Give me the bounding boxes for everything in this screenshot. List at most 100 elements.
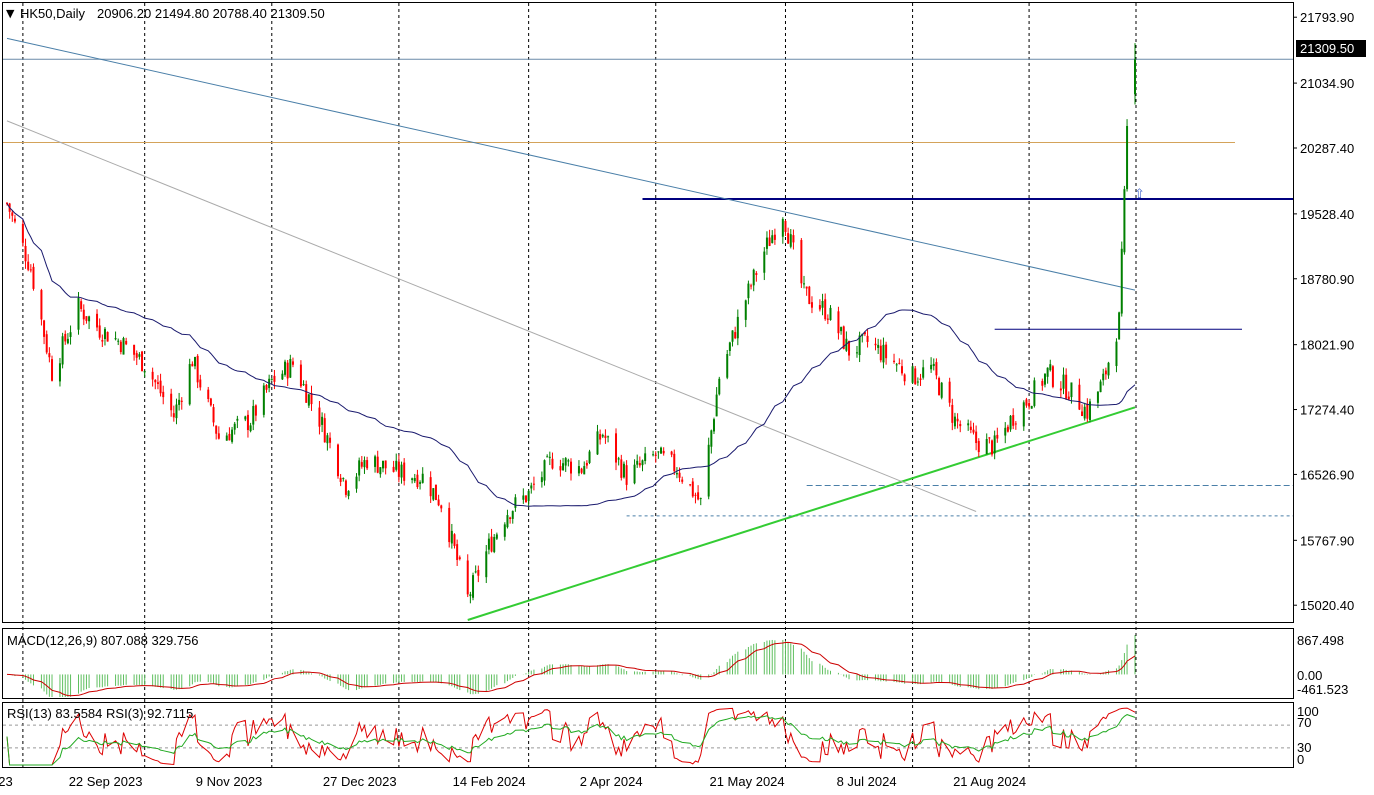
candle-body (106, 332, 109, 342)
candle-body (932, 363, 935, 367)
candle-body (392, 466, 395, 472)
candle-body (246, 414, 249, 431)
candle-body (604, 435, 607, 438)
price-tick-label: 21034.90 (1300, 76, 1354, 91)
candle-body (432, 488, 435, 500)
candle-body (985, 439, 988, 455)
candle-body (956, 418, 959, 422)
rsi-label: RSI(13) 83.5584 RSI(3) 92.7115 (7, 706, 193, 721)
candle-body (262, 385, 265, 415)
candle-body (678, 472, 681, 478)
candle-body (11, 212, 14, 216)
candle-body (1043, 373, 1046, 385)
candle-body (879, 345, 882, 361)
candle-body (784, 220, 787, 232)
candle-body (77, 297, 80, 330)
candle-body (1107, 362, 1110, 376)
candle-body (413, 478, 416, 482)
candle-body (307, 394, 310, 406)
candle-body (821, 300, 824, 308)
candle-body (919, 378, 922, 380)
candle-body (803, 283, 806, 285)
candle-body (567, 460, 570, 462)
candle-body (996, 434, 999, 439)
candle-body (400, 464, 403, 478)
candle-body (800, 240, 803, 284)
candle-body (882, 344, 885, 363)
candle-body (490, 536, 493, 552)
candle-body (1115, 341, 1118, 367)
candle-body (731, 330, 734, 342)
candle-body (143, 370, 146, 373)
candle-body (215, 425, 218, 434)
candle-body (1096, 391, 1099, 403)
candle-body (159, 380, 162, 394)
candle-body (448, 507, 451, 543)
time-tick-label: 14 Feb 2024 (453, 774, 526, 789)
candle-body (29, 269, 32, 271)
candle-body (601, 434, 604, 437)
candle-body (874, 343, 877, 346)
candle-body (938, 378, 941, 396)
candle-body (585, 462, 588, 466)
candle-body (747, 283, 750, 299)
macd-tick-high: 867.498 (1297, 633, 1344, 648)
candle-body (633, 464, 636, 484)
candle-body (1009, 415, 1012, 430)
candle-body (437, 499, 440, 506)
candle-body (840, 327, 843, 332)
candle-body (453, 534, 456, 546)
candle-body (421, 473, 424, 483)
candle-body (133, 344, 136, 355)
trading-chart[interactable]: ⇧ ▼ HK50,Daily 20906.20 21494.80 20788.4… (0, 0, 1374, 795)
candle-body (1118, 312, 1121, 340)
candle-body (64, 333, 67, 342)
candle-body (284, 361, 287, 375)
candle-body (458, 557, 461, 560)
candle-body (51, 359, 54, 381)
candle-body (80, 301, 83, 309)
candle-body (329, 437, 332, 443)
candle-body (1004, 427, 1007, 436)
candle-body (117, 340, 120, 342)
candle-body (27, 261, 30, 270)
reference-lines (3, 37, 1293, 621)
candle-body (125, 340, 128, 345)
candle-body (82, 309, 85, 320)
candle-body (469, 594, 472, 597)
candle-body (254, 405, 257, 416)
candle-body (135, 353, 138, 358)
candle-body (281, 373, 284, 380)
candle-body (691, 481, 694, 497)
candle-body (673, 453, 676, 472)
candle-body (1086, 403, 1089, 419)
candle-body (548, 456, 551, 458)
candle-body (487, 538, 490, 550)
candle-body (1070, 382, 1073, 398)
candle-body (493, 536, 496, 552)
menu-triangle-icon[interactable]: ▼ (6, 7, 15, 20)
candle-body (199, 379, 202, 388)
candle-body (1041, 380, 1044, 386)
candle-body (837, 311, 840, 334)
candle-body (450, 530, 453, 544)
candle-body (114, 338, 117, 340)
candle-body (397, 461, 400, 477)
candle-body (893, 360, 896, 362)
candle-body (302, 384, 305, 386)
time-tick-label: 2 Apr 2024 (580, 774, 643, 789)
candle-body (228, 433, 231, 441)
candle-body (1104, 370, 1107, 375)
candle-body (583, 466, 586, 475)
candle-body (212, 407, 215, 423)
symbol-label: HK50,Daily (20, 6, 86, 21)
candle-body (877, 344, 880, 348)
candle-body (101, 340, 104, 342)
candle-body (622, 463, 625, 478)
candle-body (376, 456, 379, 473)
rsi-tick-70: 70 (1297, 715, 1311, 730)
candle-body (1046, 367, 1049, 377)
candle-body (734, 332, 737, 339)
candle-body (707, 444, 710, 497)
candle-body (768, 237, 771, 246)
